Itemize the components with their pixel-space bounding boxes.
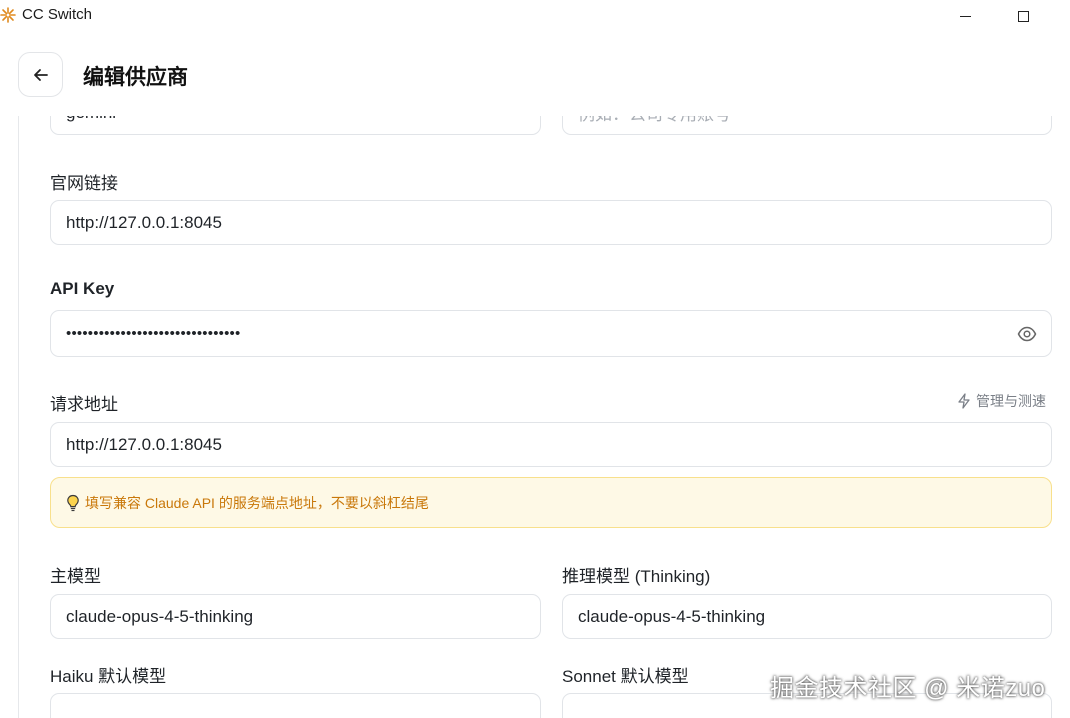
minimize-button[interactable]	[942, 0, 988, 32]
website-label: 官网链接	[50, 174, 118, 193]
lightbulb-icon	[67, 494, 79, 511]
thinking-model-value: claude-opus-4-5-thinking	[578, 606, 766, 626]
arrow-left-icon	[33, 68, 48, 81]
maximize-button[interactable]	[1000, 0, 1046, 32]
window-titlebar: CC Switch	[0, 0, 1070, 32]
website-value: http://127.0.0.1:8045	[66, 212, 222, 232]
provider-note-input[interactable]: 例如：公司专用账号	[562, 116, 1052, 135]
haiku-model-input[interactable]	[50, 693, 541, 718]
endpoint-manage-link[interactable]: 管理与测速	[956, 391, 1046, 411]
endpoint-input[interactable]: http://127.0.0.1:8045	[50, 422, 1052, 467]
main-model-value: claude-opus-4-5-thinking	[66, 606, 254, 626]
form-panel[interactable]: gemini 例如：公司专用账号 官网链接 http://127.0.0.1:8…	[18, 116, 1070, 718]
app-logo-icon	[0, 7, 16, 23]
thinking-model-input[interactable]: claude-opus-4-5-thinking	[562, 594, 1052, 639]
endpoint-hint-text: 填写兼容 Claude API 的服务端点地址，不要以斜杠结尾	[85, 494, 429, 511]
website-input[interactable]: http://127.0.0.1:8045	[50, 200, 1052, 245]
thinking-model-label: 推理模型 (Thinking)	[562, 567, 711, 586]
main-model-input[interactable]: claude-opus-4-5-thinking	[50, 594, 541, 639]
endpoint-label: 请求地址	[50, 395, 118, 414]
provider-name-input[interactable]: gemini	[50, 116, 541, 135]
apikey-input[interactable]: ••••••••••••••••••••••••••••••••	[50, 310, 1052, 357]
provider-note-placeholder: 例如：公司专用账号	[578, 116, 731, 125]
apikey-value: ••••••••••••••••••••••••••••••••	[66, 325, 241, 342]
minimize-icon	[959, 15, 971, 17]
back-button[interactable]	[18, 52, 63, 97]
watermark: 掘金技术社区 @ 米诺zuo	[770, 675, 1046, 702]
window-title: CC Switch	[22, 6, 93, 23]
provider-name-value: gemini	[66, 116, 116, 123]
apikey-label: API Key	[50, 279, 115, 298]
lightning-icon	[958, 393, 970, 409]
maximize-icon	[1017, 10, 1029, 22]
haiku-model-label: Haiku 默认模型	[50, 667, 167, 686]
endpoint-hint: 填写兼容 Claude API 的服务端点地址，不要以斜杠结尾	[50, 477, 1052, 528]
sonnet-model-label: Sonnet 默认模型	[562, 667, 689, 686]
page-header: 编辑供应商	[0, 32, 1070, 116]
page-title: 编辑供应商	[83, 66, 188, 89]
endpoint-manage-label: 管理与测速	[976, 393, 1046, 409]
endpoint-value: http://127.0.0.1:8045	[66, 434, 222, 454]
eye-icon[interactable]	[1017, 324, 1037, 344]
main-model-label: 主模型	[50, 567, 101, 586]
